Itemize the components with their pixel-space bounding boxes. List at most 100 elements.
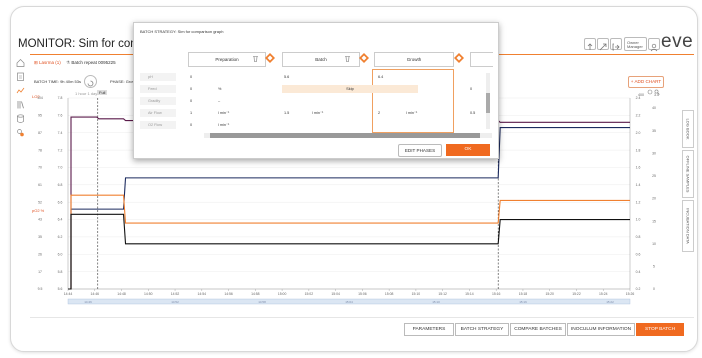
y-tick-label: 1.4 xyxy=(636,183,641,187)
add-chart-button[interactable]: + ADD CHART xyxy=(628,76,664,88)
y-tick-label: 15 xyxy=(652,219,656,223)
phase-transition-diamond[interactable] xyxy=(359,53,369,63)
y-tick-label: 1.0 xyxy=(636,218,641,222)
cell[interactable]: 0 xyxy=(190,85,192,93)
x-tick-label: 14:58 xyxy=(251,292,260,296)
y-tick-label: 40 xyxy=(652,106,656,110)
y-tick-label: 70 xyxy=(38,166,42,170)
cell[interactable]: 6.4 xyxy=(378,73,383,81)
trash-icon[interactable] xyxy=(344,55,351,62)
series-line[interactable] xyxy=(68,194,630,290)
y-tick-label: 1.6 xyxy=(636,166,641,170)
inoculum-information-button[interactable]: INOCULUM INFORMATION xyxy=(567,323,635,336)
horizontal-scrollbar[interactable] xyxy=(204,133,492,138)
skip-bar[interactable]: Skip xyxy=(282,85,418,93)
y-tick-label: 0.8 xyxy=(636,235,641,239)
x-tick-label: 15:20 xyxy=(545,292,554,296)
x-tick-label: 14:52 xyxy=(171,292,180,296)
tab-lasrma[interactable]: ⊞ Lasrma (1) xyxy=(34,60,61,66)
x-tick-label: 15:18 xyxy=(519,292,528,296)
x-tick-label: 15:22 xyxy=(572,292,581,296)
y-tick-label: 0.2 xyxy=(636,287,641,291)
cell[interactable]: 0 xyxy=(470,85,472,93)
cell[interactable]: 1 xyxy=(190,109,192,117)
cell[interactable]: 5.6 xyxy=(284,73,289,81)
x-tick-label: 15:24 xyxy=(599,292,608,296)
scroll-thumb[interactable] xyxy=(486,93,490,113)
x-tick-label: 15:14 xyxy=(465,292,474,296)
trash-icon[interactable] xyxy=(252,55,259,62)
x-tick-label: 15:02 xyxy=(305,292,314,296)
user-icon xyxy=(650,43,658,52)
tab-batch-repeat[interactable]: ⚗ Batch repeat 0095225 xyxy=(66,60,116,66)
y-tick-label: 9.5 xyxy=(38,287,43,291)
upload-button[interactable] xyxy=(584,38,596,50)
cell: l min⁻¹ xyxy=(218,123,230,127)
y-tick-label: 0.6 xyxy=(636,252,641,256)
monitor-chart-icon[interactable] xyxy=(16,86,25,95)
y-tick-label: 95 xyxy=(38,114,42,118)
phase-transition-diamond[interactable] xyxy=(454,53,464,63)
home-icon[interactable] xyxy=(16,58,25,67)
logout-button[interactable] xyxy=(610,38,622,51)
x-tick-label: 14:56 xyxy=(224,292,233,296)
y-tick-label: 2.2 xyxy=(636,114,641,118)
range-label: 15:16 xyxy=(519,300,527,304)
user-box[interactable]: Owner Manager xyxy=(624,37,647,51)
row-label-air-flow: Air Flow xyxy=(140,109,176,117)
batch-strategy-dialog: BATCH STRATEGY: Sim for comparison graph… xyxy=(133,22,499,159)
growth-column-highlight xyxy=(372,69,454,133)
y-tick-label: 5.8 xyxy=(58,270,63,274)
cell[interactable]: 0 xyxy=(190,121,192,129)
phase-label: PHASE: Grow xyxy=(110,79,136,84)
cell[interactable]: 2 xyxy=(378,109,380,117)
y-tick-label: 17 xyxy=(38,270,42,274)
batch-strategy-button[interactable]: BATCH STRATEGY xyxy=(455,323,509,336)
scroll-thumb[interactable] xyxy=(210,133,480,138)
stop-batch-button[interactable]: STOP BATCH xyxy=(636,323,684,336)
cell[interactable]: 0 xyxy=(190,73,192,81)
settings-users-icon[interactable] xyxy=(16,128,25,137)
side-tab-offline-samples[interactable]: OFFLINE SAMPLES xyxy=(682,150,694,198)
fullscreen-button[interactable] xyxy=(597,38,609,51)
cell[interactable]: 0 xyxy=(190,97,192,105)
left-rail xyxy=(10,55,30,310)
y-tick-label: 6.6 xyxy=(58,200,63,204)
document-icon[interactable] xyxy=(16,72,25,81)
parameters-button[interactable]: PARAMETERS xyxy=(404,323,454,336)
y-tick-label: 6.2 xyxy=(58,235,63,239)
y-tick-label: 25 xyxy=(652,174,656,178)
y-tick-label: 0 xyxy=(653,287,655,291)
device-icon: ⊞ xyxy=(34,60,38,65)
books-icon[interactable] xyxy=(16,100,25,109)
profile-button[interactable] xyxy=(648,38,660,52)
x-tick-label: 14:46 xyxy=(91,292,100,296)
cell[interactable]: 1.5 xyxy=(284,109,289,117)
x-tick-label: 15:08 xyxy=(385,292,394,296)
y-tick-label: 78 xyxy=(38,148,42,152)
vertical-scrollbar[interactable] xyxy=(486,73,490,129)
database-icon[interactable] xyxy=(16,114,25,123)
side-tab-incubation[interactable]: INCUBATION DATA xyxy=(682,200,694,252)
y-tick-label: 6.4 xyxy=(58,218,63,222)
y-tick-label: 20 xyxy=(652,197,656,201)
phase-transition-diamond[interactable] xyxy=(265,53,275,63)
x-tick-label: 15:00 xyxy=(278,292,287,296)
y-tick-label: 7.0 xyxy=(58,166,63,170)
phase-growth[interactable]: Growth xyxy=(374,52,454,67)
phase-next[interactable] xyxy=(470,52,493,67)
cell[interactable]: 0.5 xyxy=(470,109,475,117)
side-tab-logbook[interactable]: LOG BOOK xyxy=(682,110,694,148)
ok-button[interactable]: OK xyxy=(446,144,490,156)
compare-batches-button[interactable]: COMPARE BATCHES xyxy=(510,323,566,336)
edit-phases-button[interactable]: EDIT PHASES xyxy=(398,144,442,157)
timer-button[interactable] xyxy=(84,75,97,88)
refresh-icon xyxy=(87,80,94,87)
bottom-divider xyxy=(30,317,694,318)
cell: – xyxy=(218,99,221,103)
series-line[interactable] xyxy=(68,213,630,290)
y-tick-label: 10 xyxy=(652,242,656,246)
dialog-title: BATCH STRATEGY: Sim for comparison graph xyxy=(140,29,224,34)
y-tick-label: 5 xyxy=(653,265,655,269)
y-tick-label: 61 xyxy=(38,183,42,187)
